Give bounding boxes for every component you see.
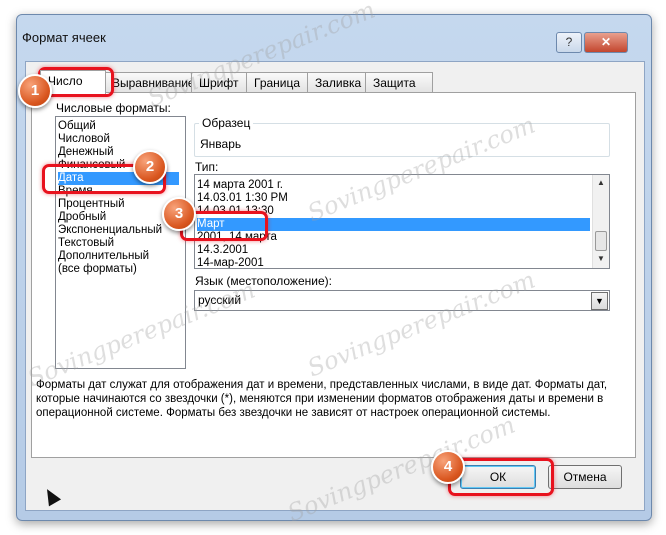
cancel-button[interactable]: Отмена: [548, 465, 622, 489]
list-item[interactable]: 14.3.2001: [197, 244, 248, 257]
step-badge-2: 2: [133, 150, 167, 184]
type-label: Тип:: [195, 160, 219, 174]
help-button[interactable]: ?: [556, 32, 582, 53]
list-item[interactable]: Денежный: [58, 146, 114, 159]
step-badge-3: 3: [162, 197, 196, 231]
step-badge-4: 4: [431, 450, 465, 484]
list-item[interactable]: 14.03.01 1:30 PM: [197, 192, 288, 205]
tab-fill[interactable]: Заливка: [307, 72, 373, 93]
list-item[interactable]: (все форматы): [58, 263, 137, 276]
list-item[interactable]: Текстовый: [58, 237, 114, 250]
sample-label: Образец: [199, 116, 254, 130]
list-item[interactable]: Общий: [58, 120, 96, 133]
list-item[interactable]: Дробный: [58, 211, 106, 224]
format-description: Форматы дат служат для отображения дат и…: [36, 379, 608, 419]
number-formats-list[interactable]: Общий Числовой Денежный Финансовый Дата …: [55, 116, 186, 369]
list-item[interactable]: 14 марта 2001 г.: [197, 179, 283, 192]
sample-groupbox: [194, 123, 610, 157]
list-item[interactable]: Числовой: [58, 133, 110, 146]
sample-value: Январь: [200, 137, 242, 151]
scroll-up-icon[interactable]: ▲: [594, 176, 608, 190]
type-list-scrollbar[interactable]: ▲ ▼: [592, 175, 609, 268]
dialog-title: Формат ячеек: [22, 30, 106, 45]
language-combobox[interactable]: русский ▼: [194, 290, 610, 311]
list-item[interactable]: Процентный: [58, 198, 125, 211]
list-item[interactable]: 14-мар-2001: [197, 257, 264, 268]
number-formats-label: Числовые форматы:: [56, 101, 171, 115]
scroll-down-icon[interactable]: ▼: [594, 252, 608, 266]
tab-font[interactable]: Шрифт: [191, 72, 247, 93]
close-button[interactable]: ✕: [584, 32, 628, 53]
scroll-thumb[interactable]: [595, 231, 607, 251]
chevron-down-icon[interactable]: ▼: [591, 292, 608, 310]
tab-protection[interactable]: Защита: [365, 72, 433, 93]
tab-alignment[interactable]: Выравнивание: [104, 72, 202, 93]
list-item[interactable]: Экспоненциальный: [58, 224, 162, 237]
step-badge-1: 1: [18, 74, 52, 108]
language-label: Язык (местоположение):: [195, 274, 332, 288]
list-item[interactable]: Дополнительный: [58, 250, 149, 263]
tab-border[interactable]: Граница: [246, 72, 310, 93]
language-value: русский: [198, 293, 242, 307]
